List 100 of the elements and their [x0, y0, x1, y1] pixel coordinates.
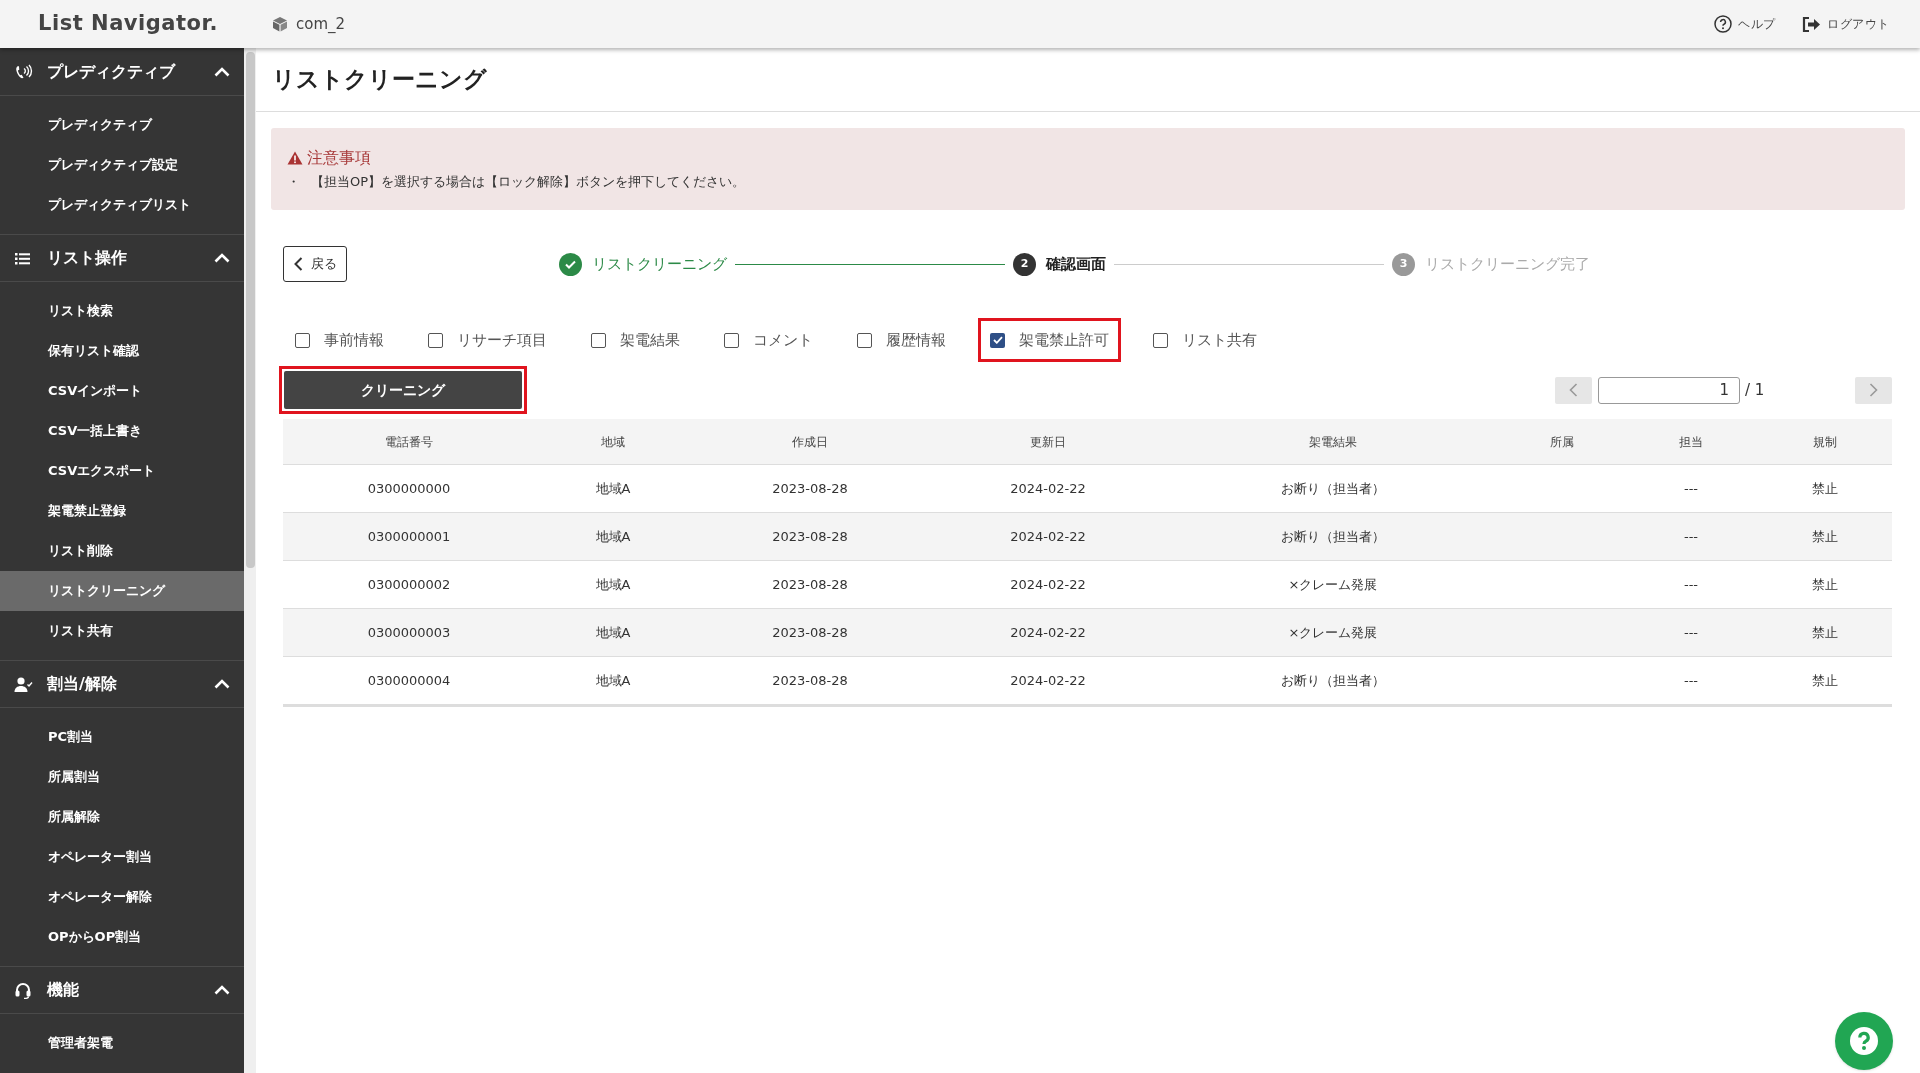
table-cell: 禁止 [1811, 576, 1838, 592]
headset-icon [14, 981, 33, 999]
column-header: 電話番号 [384, 433, 434, 451]
checkbox[interactable] [724, 332, 739, 348]
sidebar-section-header[interactable]: 機能 [0, 966, 244, 1014]
sidebar-item[interactable]: CSV一括上書き [0, 411, 244, 451]
sidebar-item[interactable]: PC割当 [0, 717, 244, 757]
sidebar-item[interactable]: プレディクティブ設定 [0, 145, 244, 185]
checkbox[interactable] [857, 332, 872, 348]
sidebar-item[interactable]: プレディクティブリスト [0, 185, 244, 225]
checkbox-label[interactable]: 架電結果 [620, 328, 680, 352]
checkbox-label[interactable]: 架電禁止許可 [1019, 328, 1109, 352]
table-cell: 0300000000 [367, 480, 451, 496]
table-cell: 2024-02-22 [1010, 528, 1086, 544]
checkbox-label[interactable]: 履歴情報 [886, 328, 946, 352]
step-label: リストクリーニング [592, 253, 727, 275]
sidebar-item[interactable]: OPからOP割当 [0, 917, 244, 957]
table-cell: 0300000003 [367, 624, 451, 640]
table-cell: 2023-08-28 [772, 624, 848, 640]
table-cell: 禁止 [1811, 672, 1838, 688]
chevron-left-icon [293, 257, 303, 271]
table-cell: --- [1683, 576, 1699, 592]
user-check-icon [14, 675, 33, 693]
page-number-field[interactable]: 1 [1598, 376, 1740, 404]
step-label: 確認画面 [1046, 253, 1106, 275]
checkbox[interactable] [990, 332, 1005, 348]
sidebar-item[interactable]: 架電禁止登録 [0, 491, 244, 531]
page-total: / 1 [1745, 379, 1766, 401]
table-cell: お断り（担当者） [1281, 528, 1385, 544]
sidebar-item[interactable]: リストクリーニング [0, 571, 244, 611]
column-header: 地域 [600, 433, 626, 451]
table-cell: 禁止 [1811, 624, 1838, 640]
sidebar-item[interactable]: オペレーター解除 [0, 877, 244, 917]
table-cell: 2024-02-22 [1010, 624, 1086, 640]
column-header: 作成日 [791, 433, 829, 451]
table-cell: --- [1683, 624, 1699, 640]
help-link[interactable]: ヘルプ [1714, 15, 1776, 33]
step-number: 2 [1013, 252, 1036, 276]
table-cell: --- [1683, 528, 1699, 544]
chevron-up-icon [214, 679, 230, 689]
sidebar-item[interactable]: CSVエクスポート [0, 451, 244, 491]
table-cell: 0300000001 [367, 528, 451, 544]
sidebar-item[interactable]: CSVインポート [0, 371, 244, 411]
sidebar-item[interactable]: オペレーター割当 [0, 837, 244, 877]
table-cell: お断り（担当者） [1281, 672, 1385, 688]
checkbox[interactable] [1153, 332, 1168, 348]
table-cell: 2024-02-22 [1010, 480, 1086, 496]
checkbox[interactable] [591, 332, 606, 348]
table-cell: 禁止 [1811, 528, 1838, 544]
sidebar-item[interactable]: リスト検索 [0, 291, 244, 331]
help-button[interactable] [1835, 1012, 1893, 1070]
table-cell: 2024-02-22 [1010, 672, 1086, 688]
table-cell: --- [1683, 480, 1699, 496]
column-header: 架電結果 [1308, 433, 1358, 451]
warning-icon [287, 151, 303, 165]
sidebar-section-header[interactable]: リスト操作 [0, 234, 244, 282]
logout-icon [1802, 15, 1821, 33]
app-logo: List Navigator. [38, 10, 219, 38]
cleaning-button[interactable]: クリーニング [284, 371, 522, 409]
phone-icon [14, 63, 33, 80]
table-cell: お断り（担当者） [1281, 480, 1385, 496]
chevron-up-icon [214, 66, 230, 77]
sidebar-item[interactable]: 所属割当 [0, 757, 244, 797]
sidebar-item[interactable]: 保有リスト確認 [0, 331, 244, 371]
chevron-right-icon [1869, 383, 1878, 397]
cube-icon [272, 16, 288, 32]
chevron-up-icon [214, 253, 230, 263]
logout-link[interactable]: ログアウト [1802, 15, 1890, 33]
column-header: 規制 [1811, 433, 1838, 451]
checkbox-label[interactable]: リサーチ項目 [457, 328, 547, 352]
table-cell: 地域A [595, 480, 631, 496]
checkbox[interactable] [428, 332, 443, 348]
checkbox[interactable] [295, 332, 310, 348]
sidebar-item[interactable]: リスト削除 [0, 531, 244, 571]
checkbox-label[interactable]: リスト共有 [1182, 328, 1257, 352]
company-name: com_2 [296, 13, 346, 35]
table-cell: 禁止 [1811, 480, 1838, 496]
sidebar-item[interactable]: 所属解除 [0, 797, 244, 837]
table-cell: 2023-08-28 [772, 528, 848, 544]
table-cell: 2024-02-22 [1010, 576, 1086, 592]
scrollbar-thumb[interactable] [245, 52, 255, 568]
sidebar-item[interactable]: プレディクティブ [0, 105, 244, 145]
table-cell: ×クレーム発展 [1288, 624, 1378, 640]
back-button[interactable]: 戻る [283, 246, 347, 282]
step-label: リストクリーニング完了 [1425, 253, 1590, 275]
checkbox-label[interactable]: コメント [753, 328, 813, 352]
notice-title: 注意事項 [307, 147, 371, 169]
sidebar-section-header[interactable]: 割当/解除 [0, 660, 244, 708]
step-number: 3 [1392, 252, 1415, 276]
sidebar-item[interactable]: リスト共有 [0, 611, 244, 651]
checkbox-label[interactable]: 事前情報 [324, 328, 384, 352]
notice-text: 【担当OP】を選択する場合は【ロック解除】ボタンを押下してください。 [311, 173, 746, 191]
table-cell: ×クレーム発展 [1288, 576, 1378, 592]
table-cell: 地域A [595, 624, 631, 640]
column-header: 所属 [1549, 433, 1575, 451]
bullet-mark: ・ [287, 173, 301, 191]
table-cell: 2023-08-28 [772, 480, 848, 496]
table-cell: 地域A [595, 576, 631, 592]
sidebar-item[interactable]: 管理者架電 [0, 1023, 244, 1063]
table-cell: 地域A [595, 528, 631, 544]
